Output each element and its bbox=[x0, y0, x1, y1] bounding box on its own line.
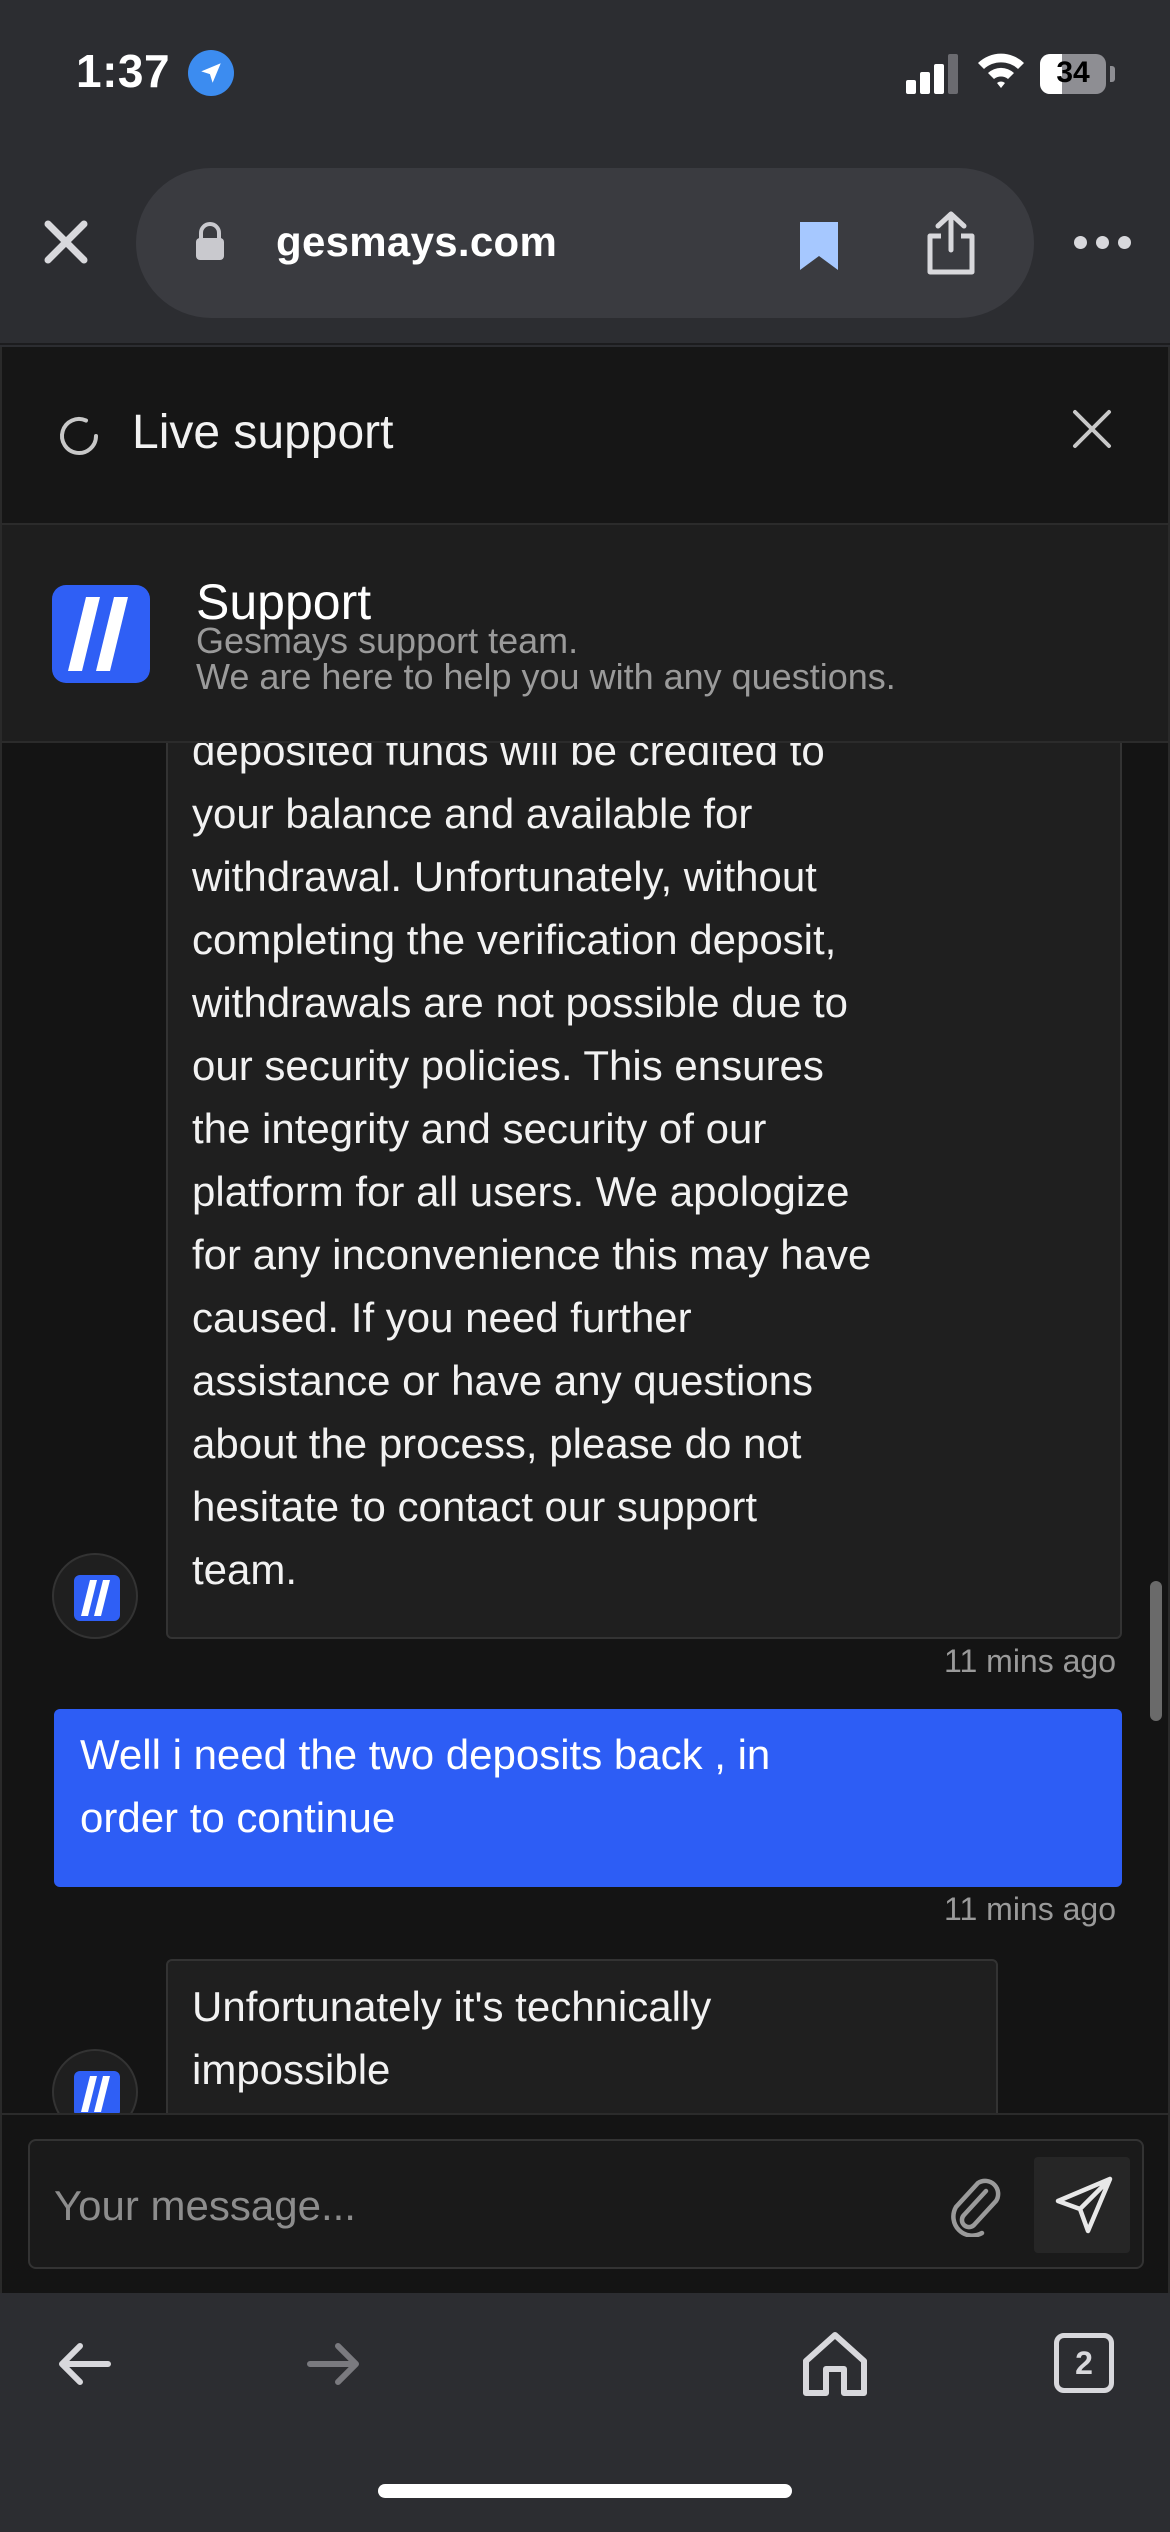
status-bar: 1:37 34 bbox=[0, 0, 1170, 150]
chat-messages[interactable]: deposited funds will be credited to your… bbox=[0, 743, 1170, 2113]
agent-avatar bbox=[52, 2049, 138, 2113]
widget-title: Live support bbox=[132, 406, 394, 459]
agent-description: We are here to help you with any questio… bbox=[196, 656, 896, 697]
agent-tagline: Gesmays support team. We are here to hel… bbox=[196, 623, 896, 695]
agent-avatar bbox=[52, 585, 150, 683]
battery-percentage: 34 bbox=[1056, 56, 1090, 89]
tabs-icon[interactable]: 2 bbox=[1054, 2333, 1114, 2393]
message-line: withdrawal. Unfortunately, without bbox=[192, 853, 817, 900]
message-line: Unfortunately it's technically bbox=[192, 1983, 712, 2030]
message-line: impossible bbox=[192, 2046, 391, 2093]
user-message: Well i need the two deposits back , in o… bbox=[54, 1709, 1122, 1887]
composer-field bbox=[28, 2139, 1144, 2269]
loading-spinner-icon bbox=[56, 413, 102, 464]
message-line: for any inconvenience this may have bbox=[192, 1231, 872, 1278]
message-line: withdrawals are not possible due to bbox=[192, 979, 849, 1026]
message-line: our security policies. This ensures bbox=[192, 1042, 824, 1089]
address-bar[interactable]: gesmays.com bbox=[136, 168, 1034, 318]
home-icon[interactable] bbox=[800, 2329, 870, 2404]
paperclip-icon[interactable] bbox=[944, 2173, 1006, 2242]
message-line: order to continue bbox=[80, 1794, 396, 1841]
agent-message: Unfortunately it's technically impossibl… bbox=[166, 1959, 998, 2113]
send-button[interactable] bbox=[1034, 2157, 1130, 2253]
arrow-right-icon[interactable] bbox=[304, 2339, 364, 2394]
url-text: gesmays.com bbox=[276, 218, 558, 265]
message-line: platform for all users. We apologize bbox=[192, 1168, 850, 1215]
message-line: assistance or have any questions bbox=[192, 1357, 814, 1404]
home-indicator bbox=[378, 2484, 792, 2498]
message-line: the integrity and security of our bbox=[192, 1105, 767, 1152]
battery-tip bbox=[1110, 66, 1115, 82]
location-arrow-icon bbox=[188, 50, 234, 96]
cellular-signal-icon bbox=[906, 54, 958, 94]
message-input[interactable] bbox=[54, 2171, 934, 2241]
chat-scrollbar[interactable] bbox=[1150, 1581, 1162, 1721]
lock-icon bbox=[194, 222, 226, 267]
wifi-icon bbox=[976, 50, 1026, 95]
message-timestamp: 11 mins ago bbox=[944, 1891, 1116, 1927]
battery-icon: 34 bbox=[1040, 54, 1106, 94]
close-icon[interactable] bbox=[40, 216, 92, 268]
browser-toolbar: gesmays.com bbox=[0, 150, 1170, 345]
agent-message: deposited funds will be credited to your… bbox=[166, 743, 1122, 1639]
live-support-header: Live support bbox=[0, 347, 1170, 523]
message-composer bbox=[0, 2113, 1170, 2293]
message-line: your balance and available for bbox=[192, 790, 753, 837]
message-line: completing the verification deposit, bbox=[192, 916, 837, 963]
bookmark-icon[interactable] bbox=[796, 218, 842, 279]
agent-avatar bbox=[52, 1553, 138, 1639]
message-line: Well i need the two deposits back , in bbox=[80, 1731, 771, 1778]
message-line: about the process, please do not bbox=[192, 1420, 802, 1467]
message-line: team. bbox=[192, 1546, 298, 1593]
agent-info: Support Gesmays support team. We are her… bbox=[0, 523, 1170, 743]
close-icon[interactable] bbox=[1070, 407, 1114, 456]
agent-tagline-line: Gesmays support team. bbox=[196, 620, 579, 661]
message-line: deposited funds will be credited to bbox=[192, 743, 825, 774]
more-icon[interactable] bbox=[1074, 236, 1134, 250]
message-timestamp: 11 mins ago bbox=[944, 1643, 1116, 1679]
message-line: caused. If you need further bbox=[192, 1294, 692, 1341]
message-line: hesitate to contact our support bbox=[192, 1483, 758, 1530]
status-time: 1:37 bbox=[76, 45, 171, 97]
arrow-left-icon[interactable] bbox=[54, 2339, 114, 2394]
share-icon[interactable] bbox=[924, 210, 978, 281]
send-icon bbox=[1055, 2176, 1113, 2234]
